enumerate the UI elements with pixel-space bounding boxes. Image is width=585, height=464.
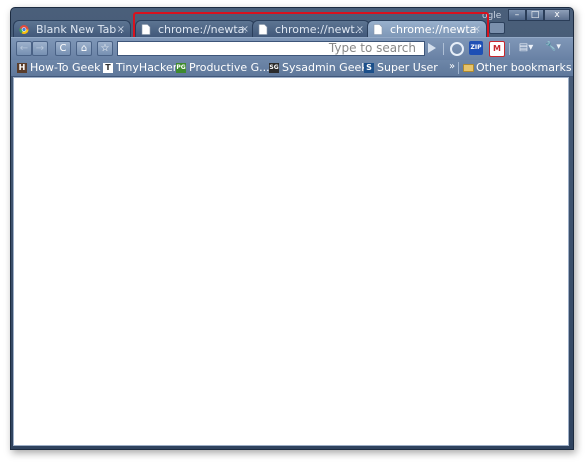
bookmark-star-button[interactable]: ☆ bbox=[97, 41, 113, 56]
page-menu-button[interactable]: ▤▾ bbox=[515, 41, 537, 56]
wrench-menu-button[interactable]: 🔧▾ bbox=[541, 41, 565, 56]
extension-o-icon[interactable] bbox=[450, 42, 464, 56]
sysadmin-geek-icon: SG bbox=[269, 63, 279, 73]
tab-close-icon[interactable]: × bbox=[473, 21, 481, 38]
bookmarks-separator bbox=[458, 62, 459, 74]
tab-label: chrome://newt... bbox=[275, 23, 363, 36]
go-arrow-icon[interactable] bbox=[428, 43, 436, 53]
tab-label: Blank New Tab ... bbox=[36, 23, 124, 36]
tab-close-icon[interactable]: × bbox=[117, 21, 125, 37]
folder-icon bbox=[463, 64, 474, 72]
toolbar: ← → C ⌂ ☆ Type to search ZIP M ▤▾ 🔧▾ bbox=[11, 37, 573, 60]
page-content-area[interactable] bbox=[13, 77, 569, 446]
forward-button[interactable]: → bbox=[32, 41, 48, 56]
page-icon bbox=[141, 24, 151, 35]
tab-chrome-newtab-1[interactable]: chrome://newta... × bbox=[135, 20, 255, 37]
home-button[interactable]: ⌂ bbox=[76, 41, 92, 56]
toolbar-separator bbox=[509, 43, 510, 55]
tab-strip: Blank New Tab ... × chrome://newta... × … bbox=[11, 8, 573, 38]
bookmark-how-to-geek[interactable]: H How-To Geek bbox=[17, 60, 100, 76]
bookmark-label: Productive G... bbox=[189, 61, 270, 74]
tab-close-icon[interactable]: × bbox=[241, 21, 249, 37]
extension-zip-icon[interactable]: ZIP bbox=[469, 41, 483, 55]
maximize-button[interactable]: □ bbox=[526, 9, 544, 21]
tab-label: chrome://newta... bbox=[390, 23, 478, 36]
bookmark-sysadmin-geek[interactable]: SG Sysadmin Geek bbox=[269, 60, 368, 76]
toolbar-separator bbox=[443, 43, 444, 55]
bookmarks-bar: H How-To Geek T TinyHacker PG Productive… bbox=[11, 60, 573, 77]
howtogeek-icon: H bbox=[17, 63, 27, 73]
extension-gmail-icon[interactable]: M bbox=[489, 41, 505, 57]
bookmark-productive-geek[interactable]: PG Productive G... bbox=[176, 60, 270, 76]
back-button[interactable]: ← bbox=[16, 41, 32, 56]
page-icon bbox=[373, 24, 383, 35]
other-bookmarks-label: Other bookmarks bbox=[476, 61, 572, 74]
omnibox-input[interactable]: Type to search bbox=[117, 41, 425, 56]
reload-button[interactable]: C bbox=[55, 41, 71, 56]
bookmark-label: Sysadmin Geek bbox=[282, 61, 368, 74]
chrome-logo-icon bbox=[19, 25, 29, 34]
new-tab-button[interactable] bbox=[489, 22, 505, 34]
tab-chrome-newtab-active[interactable]: chrome://newta... × bbox=[367, 20, 487, 38]
bookmark-label: Super User bbox=[377, 61, 438, 74]
google-mark: ogle bbox=[482, 11, 502, 21]
page-icon bbox=[258, 24, 268, 35]
tab-blank-new-tab[interactable]: Blank New Tab ... × bbox=[13, 20, 131, 37]
close-window-button[interactable]: x bbox=[544, 9, 570, 21]
productive-geek-icon: PG bbox=[176, 63, 186, 73]
bookmark-label: TinyHacker bbox=[116, 61, 178, 74]
tab-close-icon[interactable]: × bbox=[356, 21, 364, 37]
tab-chrome-newtab-2[interactable]: chrome://newt... × bbox=[252, 20, 370, 37]
other-bookmarks-folder[interactable]: Other bookmarks bbox=[463, 60, 572, 76]
tinyhacker-icon: T bbox=[103, 63, 113, 73]
bookmark-label: How-To Geek bbox=[30, 61, 101, 74]
browser-window: Blank New Tab ... × chrome://newta... × … bbox=[10, 7, 574, 450]
bookmark-super-user[interactable]: S Super User bbox=[364, 60, 438, 76]
bookmarks-more-chevron-icon[interactable]: » bbox=[449, 60, 455, 74]
superuser-icon: S bbox=[364, 63, 374, 73]
tab-label: chrome://newta... bbox=[158, 23, 246, 36]
bookmark-tinyhacker[interactable]: T TinyHacker bbox=[103, 60, 177, 76]
minimize-button[interactable]: – bbox=[508, 9, 526, 21]
